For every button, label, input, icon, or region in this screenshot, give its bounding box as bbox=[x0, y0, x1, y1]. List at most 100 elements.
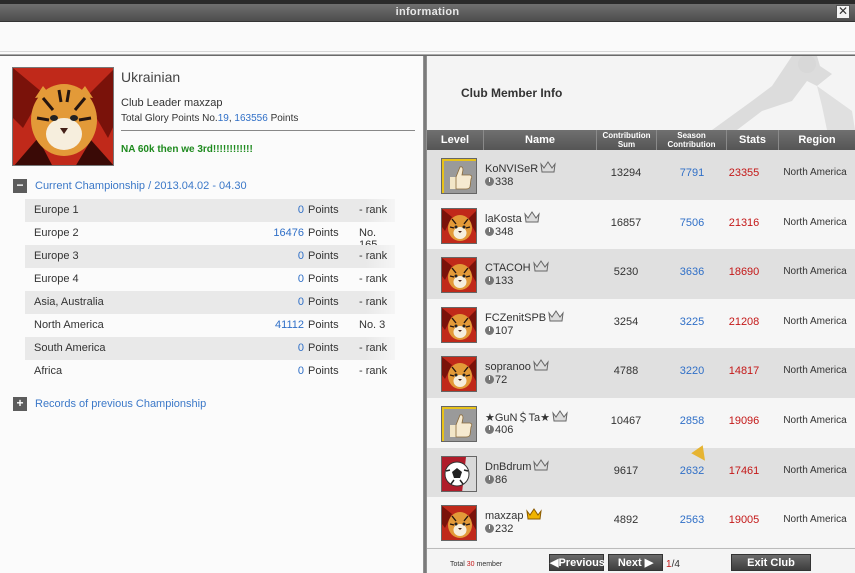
col-level[interactable]: Level bbox=[427, 130, 484, 150]
member-name-text: DnBdrum bbox=[485, 460, 532, 473]
member-contribution: 4788 bbox=[613, 365, 639, 378]
next-page-button[interactable]: Next ▶ bbox=[608, 554, 663, 571]
member-row[interactable]: KoNVISeR 338 13294 7791 23355 North America bbox=[427, 150, 855, 200]
points-label: Points bbox=[308, 296, 339, 308]
member-avatar bbox=[441, 505, 477, 542]
col-region[interactable]: Region bbox=[779, 130, 855, 150]
member-region: North America bbox=[783, 216, 847, 228]
region-name: Europe 3 bbox=[34, 250, 79, 262]
member-name: laKosta bbox=[485, 210, 540, 225]
region-name: Asia, Australia bbox=[34, 296, 104, 308]
member-stats: 18690 bbox=[728, 266, 760, 279]
clock-icon bbox=[485, 425, 494, 434]
member-row[interactable]: sopranoo 72 4788 3220 14817 North America bbox=[427, 348, 855, 398]
points-label: Points bbox=[308, 204, 339, 216]
region-rank: - rank bbox=[359, 342, 388, 354]
member-contribution: 3254 bbox=[613, 315, 639, 328]
crown-icon bbox=[531, 359, 549, 373]
col-stats[interactable]: Stats bbox=[727, 130, 779, 150]
member-stats: 21316 bbox=[728, 216, 760, 229]
championship-row: Africa 0 Points - rank bbox=[25, 360, 395, 383]
championship-row: Europe 1 0 Points - rank bbox=[25, 199, 395, 222]
current-championship-toggle[interactable]: − Current Championship / 2013.04.02 - 04.… bbox=[13, 179, 247, 193]
crown-icon bbox=[550, 410, 568, 424]
member-level-value: 232 bbox=[495, 523, 514, 536]
region-rank: - rank bbox=[359, 273, 388, 285]
glory-points-value: 163556 bbox=[234, 113, 268, 124]
member-level-value: 133 bbox=[495, 275, 514, 288]
member-row[interactable]: laKosta 348 16857 7506 21316 North America bbox=[427, 199, 855, 250]
member-contribution: 4892 bbox=[613, 514, 639, 527]
region-points: 0 bbox=[297, 342, 304, 354]
member-contribution: 16857 bbox=[610, 216, 642, 229]
crown-icon bbox=[522, 210, 540, 225]
member-row[interactable]: FCZenitSPB 107 3254 3225 21208 North America bbox=[427, 298, 855, 349]
expand-icon: + bbox=[13, 397, 27, 411]
col-contribution[interactable]: Contribution Sum bbox=[597, 130, 657, 150]
member-stats: 21208 bbox=[728, 315, 760, 328]
close-icon: ✕ bbox=[837, 4, 849, 18]
total-suffix: member bbox=[476, 561, 503, 568]
member-level-value: 107 bbox=[495, 324, 514, 337]
glory-rank: 19 bbox=[217, 113, 229, 124]
member-stats: 17461 bbox=[728, 464, 760, 477]
club-leader-name: maxzap bbox=[184, 97, 223, 109]
member-region: North America bbox=[783, 167, 847, 178]
points-label: Points bbox=[308, 227, 339, 239]
col-name[interactable]: Name bbox=[484, 130, 597, 150]
member-row[interactable]: maxzap 232 4892 2563 19005 North America bbox=[427, 497, 855, 547]
member-name-text: KoNVISeR bbox=[485, 163, 539, 175]
previous-page-button[interactable]: ◀Previous bbox=[549, 554, 605, 571]
crown-icon bbox=[524, 508, 542, 522]
club-leader-label: Club Leader bbox=[121, 97, 181, 109]
region-points: 16476 bbox=[273, 227, 304, 239]
previous-records-toggle[interactable]: + Records of previous Championship bbox=[13, 397, 206, 411]
member-level: 72 bbox=[485, 374, 507, 386]
member-name: sopranoo bbox=[485, 359, 549, 373]
member-name-text: maxzap bbox=[485, 510, 524, 523]
member-info-title: Club Member Info bbox=[461, 86, 563, 100]
member-season-contribution: 2632 bbox=[679, 464, 705, 477]
region-rank: - rank bbox=[359, 296, 388, 308]
member-season-contribution: 2858 bbox=[679, 415, 705, 427]
points-label: Points bbox=[308, 273, 339, 285]
toolbar bbox=[0, 22, 855, 55]
member-level-value: 406 bbox=[495, 424, 514, 436]
divider-line bbox=[121, 130, 415, 131]
region-name: Africa bbox=[34, 365, 63, 377]
window-title: information bbox=[395, 6, 460, 18]
championship-row: Asia, Australia 0 Points - rank bbox=[25, 291, 395, 314]
championship-row: Europe 4 0 Points - rank bbox=[25, 268, 395, 291]
member-avatar bbox=[441, 257, 477, 294]
member-level: 133 bbox=[485, 275, 513, 287]
close-button[interactable]: ✕ bbox=[836, 5, 850, 19]
member-table-header: Level Name Contribution Sum Season Contr… bbox=[427, 130, 855, 150]
member-row[interactable]: DnBdrum 86 9617 2632 17461 North America bbox=[427, 447, 855, 498]
member-row[interactable]: CTACOH 133 5230 3636 18690 North America bbox=[427, 249, 855, 299]
member-name: DnBdrum bbox=[485, 458, 550, 473]
championship-row: Europe 216476PointsNo. 165 bbox=[25, 222, 395, 251]
points-label: Points bbox=[308, 319, 339, 331]
member-region: North America bbox=[783, 415, 847, 426]
club-leader: Club Leader maxzap bbox=[121, 97, 223, 109]
col-season[interactable]: Season Contribution bbox=[657, 130, 727, 150]
championship-row: South America 0 Points - rank bbox=[25, 337, 395, 360]
region-name: South America bbox=[34, 342, 106, 354]
crown-icon bbox=[531, 458, 550, 473]
member-row[interactable]: ★GuN＄Ta★ 406 10467 2858 19096 North America bbox=[427, 398, 855, 448]
member-contribution: 5230 bbox=[613, 266, 639, 279]
member-season-contribution: 7506 bbox=[679, 216, 705, 229]
club-emblem bbox=[12, 67, 114, 166]
member-contribution: 13294 bbox=[610, 167, 642, 179]
page-indicator: 1/4 bbox=[666, 559, 680, 570]
crown-icon bbox=[546, 309, 564, 324]
member-season-contribution: 3636 bbox=[679, 266, 705, 279]
region-points: 41112 bbox=[275, 319, 304, 331]
glory-label: Total Glory Points No. bbox=[121, 113, 218, 124]
exit-club-button[interactable]: Exit Club bbox=[731, 554, 811, 571]
member-name: ★GuN＄Ta★ bbox=[485, 409, 568, 425]
member-avatar bbox=[441, 406, 477, 442]
clock-icon bbox=[485, 375, 494, 385]
club-info-panel: Ukrainian Club Leader maxzap Total Glory… bbox=[0, 56, 423, 573]
club-motto: NA 60k then we 3rd!!!!!!!!!!!! bbox=[121, 144, 253, 155]
